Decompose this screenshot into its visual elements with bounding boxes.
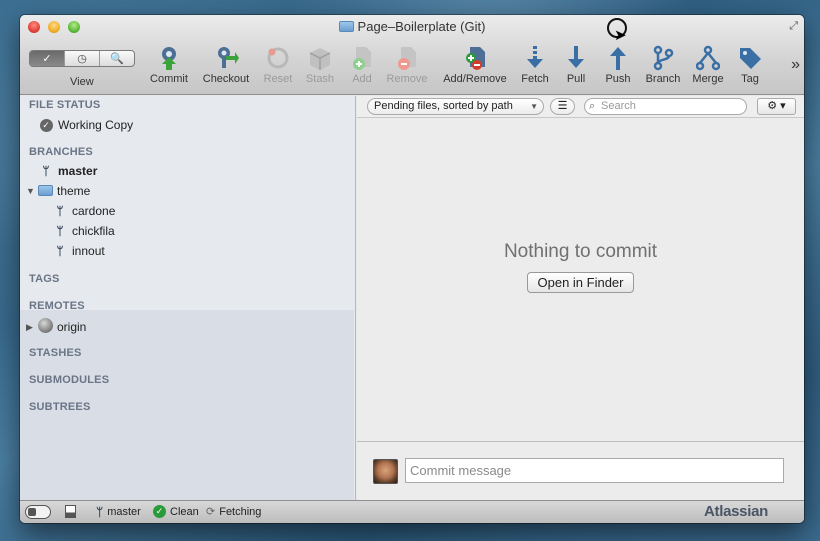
checkout-button[interactable]: Checkout — [198, 45, 254, 91]
tag-icon — [734, 45, 766, 73]
mouse-pointer-icon: ➤ — [614, 27, 627, 44]
globe-icon — [38, 318, 53, 333]
branch-icon: ᛘ — [56, 204, 64, 218]
commit-message-input[interactable] — [405, 458, 784, 483]
pending-files-dropdown[interactable]: Pending files, sorted by path ▼ — [367, 98, 544, 115]
log-history-view-icon[interactable]: ◷ — [65, 51, 100, 66]
branch-icon: ᛘ — [42, 164, 50, 178]
stashes-header[interactable]: STASHES — [29, 347, 82, 359]
commit-icon — [146, 45, 192, 73]
sidebar-item-remote-origin[interactable]: ▶ origin — [26, 318, 86, 336]
branches-header: BRANCHES — [29, 146, 93, 158]
reset-icon — [260, 45, 296, 73]
sidebar-item-branch-innout[interactable]: ᛘ innout — [53, 244, 104, 258]
status-clean: ✓ Clean — [153, 505, 199, 518]
sidebar-folder-theme[interactable]: ▼ theme — [26, 184, 90, 198]
check-icon: ✓ — [39, 119, 53, 132]
filter-bar: Pending files, sorted by path ▼ ☰ ⌕ Sear… — [357, 96, 804, 118]
branch-icon: ᛘ — [56, 224, 64, 238]
check-icon: ✓ — [153, 505, 166, 518]
atlassian-logo: Atlassian — [704, 503, 768, 520]
remotes-header[interactable]: REMOTES — [29, 300, 85, 312]
commit-area — [357, 441, 804, 500]
file-status-view-icon[interactable]: ✓ — [30, 51, 65, 66]
sidebar: FILE STATUS ✓ Working Copy BRANCHES ᛘ ma… — [20, 96, 356, 500]
sidebar-item-working-copy[interactable]: ✓ Working Copy — [39, 117, 133, 132]
settings-menu-button[interactable]: ⚙ ▾ — [757, 98, 796, 115]
pull-button[interactable]: Pull — [560, 45, 592, 91]
add-remove-icon — [438, 45, 512, 73]
stash-icon — [302, 45, 338, 73]
stash-button[interactable]: Stash — [302, 45, 338, 91]
open-in-finder-button[interactable]: Open in Finder — [527, 272, 634, 293]
add-remove-button[interactable]: Add/Remove — [438, 45, 512, 91]
tags-header[interactable]: TAGS — [29, 273, 60, 285]
fetch-button[interactable]: Fetch — [518, 45, 552, 91]
sync-icon: ⟳ — [206, 506, 216, 518]
list-icon: ☰ — [557, 100, 568, 112]
file-status-header: FILE STATUS — [29, 99, 101, 111]
branch-button[interactable]: Branch — [642, 45, 684, 91]
search-field[interactable]: ⌕ Search — [584, 98, 747, 115]
list-view-toggle-button[interactable]: ☰ — [550, 98, 575, 115]
status-bar: ᛘ master ✓ Clean ⟳ Fetching Atlassian — [20, 500, 804, 523]
search-view-icon[interactable]: 🔍 — [100, 51, 134, 66]
empty-state-message: Nothing to commit — [503, 241, 658, 262]
fetch-icon — [518, 45, 552, 73]
branch-icon: ᛘ — [56, 244, 64, 258]
pull-icon — [560, 45, 592, 73]
sidebar-toggle-button[interactable] — [25, 505, 51, 519]
sourcetree-window: Page–Boilerplate (Git) ⤢ ✓ ◷ 🔍 View Comm… — [20, 15, 804, 523]
status-branch: ᛘ master — [96, 505, 141, 519]
merge-icon — [688, 45, 728, 73]
bottom-panel-toggle-icon[interactable] — [65, 505, 76, 518]
fullscreen-icon[interactable]: ⤢ — [789, 20, 798, 33]
toolbar: Page–Boilerplate (Git) ⤢ ✓ ◷ 🔍 View Comm… — [20, 15, 804, 95]
disclosure-closed-icon[interactable]: ▶ — [26, 322, 35, 333]
push-icon — [602, 45, 634, 73]
tag-button[interactable]: Tag — [734, 45, 766, 91]
view-segmented-control[interactable]: ✓ ◷ 🔍 — [29, 50, 135, 67]
sidebar-item-branch-master[interactable]: ᛘ master — [39, 164, 97, 178]
sidebar-item-branch-cardone[interactable]: ᛘ cardone — [53, 204, 115, 218]
folder-icon — [338, 21, 354, 32]
status-fetching: ⟳ Fetching — [206, 505, 262, 519]
push-button[interactable]: Push — [602, 45, 634, 91]
sidebar-item-branch-chickfila[interactable]: ᛘ chickfila — [53, 224, 114, 238]
view-label: View — [70, 76, 94, 88]
checkout-icon — [198, 45, 254, 73]
disclosure-open-icon[interactable]: ▼ — [26, 186, 35, 196]
gear-icon: ⚙ ▾ — [767, 100, 786, 112]
search-icon: ⌕ — [589, 100, 596, 112]
folder-icon — [38, 185, 53, 196]
branch-icon — [642, 45, 684, 73]
window-title: Page–Boilerplate (Git) — [20, 19, 804, 34]
branch-icon: ᛘ — [96, 505, 104, 519]
remove-icon — [384, 45, 430, 73]
remove-button[interactable]: Remove — [384, 45, 430, 91]
merge-button[interactable]: Merge — [688, 45, 728, 91]
subtrees-header[interactable]: SUBTREES — [29, 401, 91, 413]
toolbar-overflow-chevron-icon[interactable]: » — [791, 56, 800, 74]
add-button[interactable]: Add — [344, 45, 380, 91]
avatar — [373, 459, 398, 484]
add-icon — [344, 45, 380, 73]
reset-button[interactable]: Reset — [260, 45, 296, 91]
main-pane: Pending files, sorted by path ▼ ☰ ⌕ Sear… — [357, 96, 804, 500]
commit-button[interactable]: Commit — [146, 45, 192, 91]
submodules-header[interactable]: SUBMODULES — [29, 374, 109, 386]
chevron-down-icon: ▼ — [530, 102, 538, 111]
